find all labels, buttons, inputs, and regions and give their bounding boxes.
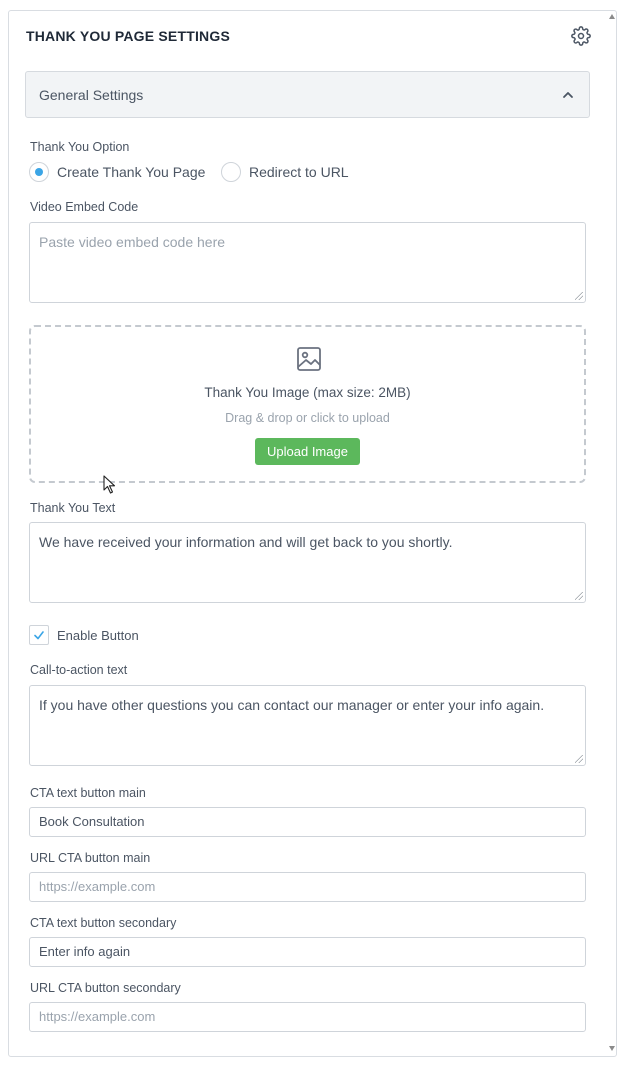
radio-create-thank-you-page[interactable]: [29, 162, 49, 182]
cta-secondary-text-value: Enter info again: [39, 944, 131, 959]
resize-handle[interactable]: [575, 755, 583, 763]
cta-secondary-url-placeholder: https://example.com: [39, 1009, 156, 1024]
cta-secondary-text-label: CTA text button secondary: [30, 916, 177, 930]
cta-main-text-label: CTA text button main: [30, 786, 146, 800]
chevron-up-icon[interactable]: [561, 88, 575, 102]
resize-handle[interactable]: [575, 592, 583, 600]
scroll-up-arrow[interactable]: [609, 14, 615, 19]
cta-secondary-url-input[interactable]: https://example.com: [29, 1002, 586, 1032]
radio-label-create[interactable]: Create Thank You Page: [57, 164, 205, 180]
video-embed-label: Video Embed Code: [30, 200, 139, 214]
image-icon: [296, 346, 322, 372]
upload-image-button[interactable]: Upload Image: [255, 438, 360, 465]
thank-you-text-textarea[interactable]: We have received your information and wi…: [29, 522, 586, 603]
video-embed-textarea[interactable]: Paste video embed code here: [29, 222, 586, 303]
page-title: THANK YOU PAGE SETTINGS: [26, 28, 230, 44]
cta-secondary-text-input[interactable]: Enter info again: [29, 937, 586, 967]
enable-button-checkbox[interactable]: [29, 625, 49, 645]
cta-main-url-placeholder: https://example.com: [39, 879, 156, 894]
video-embed-placeholder: Paste video embed code here: [39, 234, 226, 250]
cta-main-url-input[interactable]: https://example.com: [29, 872, 586, 902]
panel-header: THANK YOU PAGE SETTINGS: [26, 20, 591, 54]
radio-redirect-to-url[interactable]: [221, 162, 241, 182]
dropzone-title: Thank You Image (max size: 2MB): [204, 385, 411, 400]
radio-label-redirect[interactable]: Redirect to URL: [249, 164, 349, 180]
image-dropzone[interactable]: Thank You Image (max size: 2MB) Drag & d…: [29, 325, 586, 483]
cta-text-value: If you have other questions you can cont…: [39, 697, 545, 713]
cta-secondary-url-label: URL CTA button secondary: [30, 981, 181, 995]
checkmark-icon: [34, 631, 44, 640]
general-settings-accordion[interactable]: General Settings: [25, 71, 590, 118]
thank-you-text-value: We have received your information and wi…: [39, 534, 453, 550]
resize-handle[interactable]: [575, 292, 583, 300]
dropzone-hint: Drag & drop or click to upload: [225, 411, 390, 425]
cta-text-label: Call-to-action text: [30, 663, 128, 677]
cta-main-text-input[interactable]: Book Consultation: [29, 807, 586, 837]
mouse-cursor-icon: [103, 475, 117, 495]
cta-text-textarea[interactable]: If you have other questions you can cont…: [29, 685, 586, 766]
cta-main-text-value: Book Consultation: [39, 814, 145, 829]
cta-main-url-label: URL CTA button main: [30, 851, 151, 865]
enable-button-label[interactable]: Enable Button: [57, 628, 139, 643]
section-title: General Settings: [39, 87, 144, 103]
gear-icon[interactable]: [571, 26, 591, 46]
thank-you-option-group: Create Thank You Page Redirect to URL: [29, 161, 429, 183]
scroll-down-arrow[interactable]: [609, 1046, 615, 1051]
thank-you-text-label: Thank You Text: [30, 501, 116, 515]
thank-you-option-label: Thank You Option: [30, 140, 130, 154]
